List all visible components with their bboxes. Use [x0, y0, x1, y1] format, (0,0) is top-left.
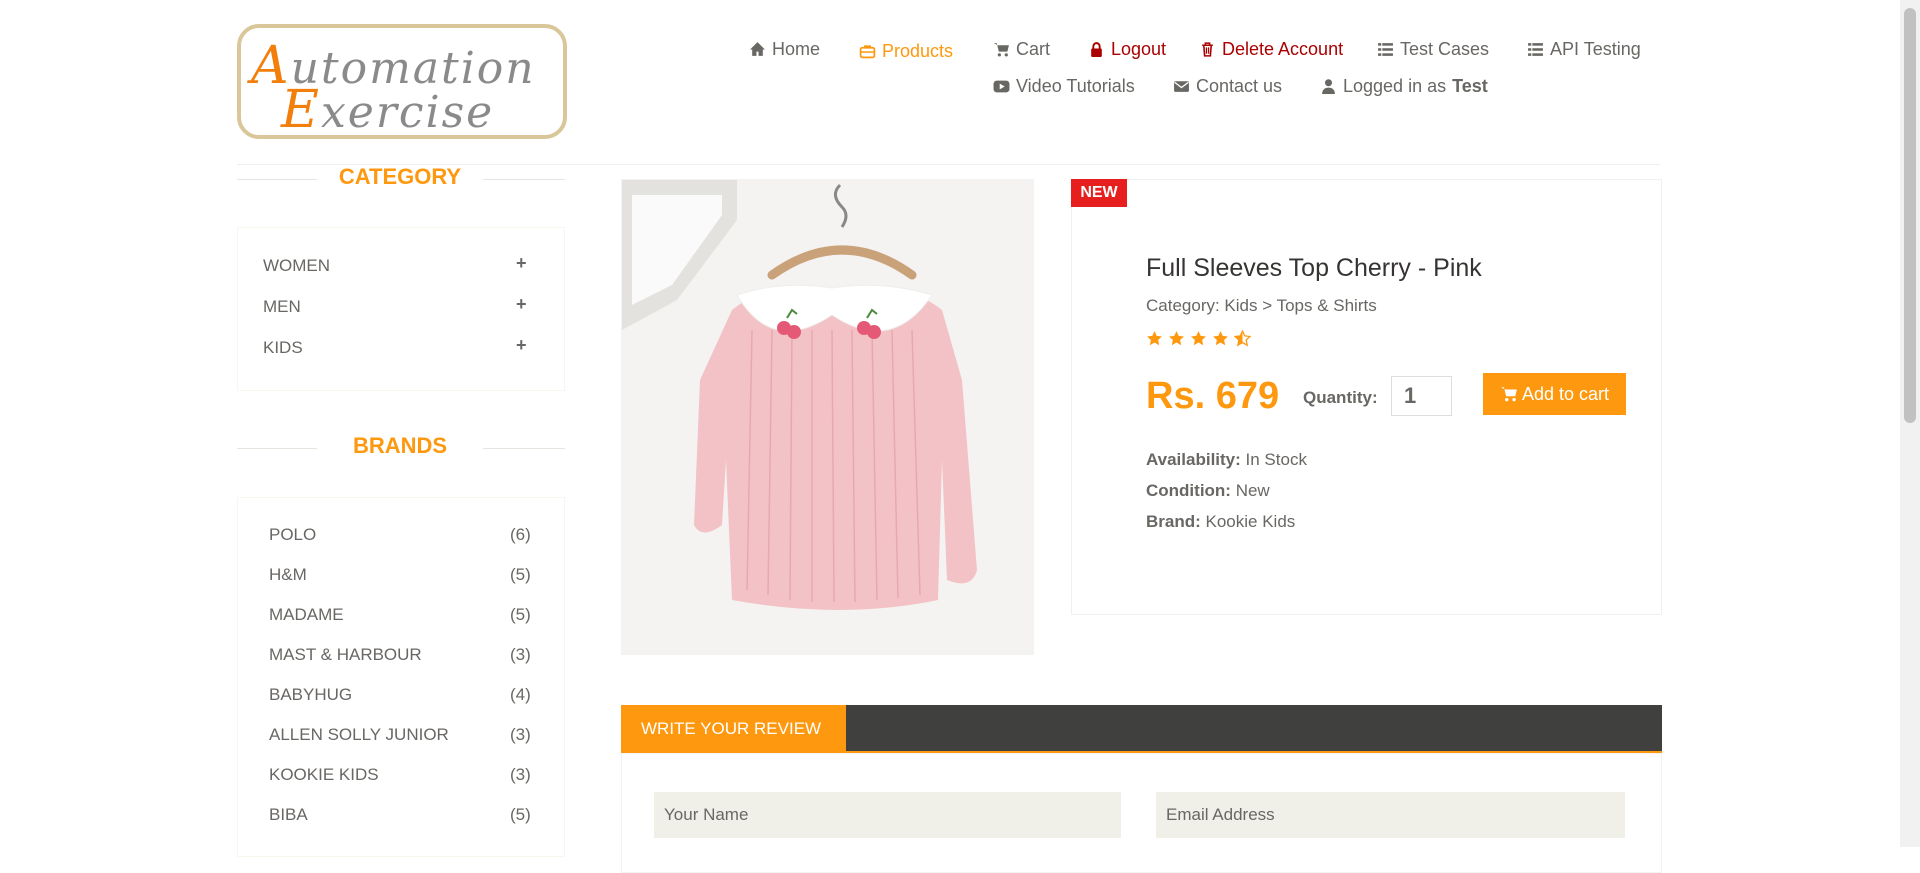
divider — [483, 448, 565, 449]
cart-icon — [1501, 387, 1517, 402]
product-name: Full Sleeves Top Cherry - Pink — [1146, 254, 1482, 282]
nav-delete-account-label: Delete Account — [1222, 39, 1344, 59]
quantity-label: Quantity: — [1303, 388, 1378, 407]
review-email-input[interactable] — [1156, 792, 1625, 838]
star-icon — [1213, 331, 1228, 346]
condition: Condition: New — [1146, 481, 1270, 501]
product-image — [621, 179, 1034, 655]
expand-plus-icon[interactable]: + — [516, 335, 527, 356]
brand-count: (5) — [510, 605, 531, 624]
cart-icon — [994, 43, 1009, 57]
condition-label: Condition: — [1146, 481, 1231, 500]
brand-count: (3) — [510, 725, 531, 744]
brand: Brand: Kookie Kids — [1146, 512, 1295, 532]
tab-write-review[interactable]: WRITE YOUR REVIEW — [621, 705, 846, 753]
briefcase-icon — [859, 45, 876, 59]
brand-count: (5) — [510, 805, 531, 824]
nav-home-label: Home — [772, 39, 821, 59]
youtube-play-icon — [993, 80, 1010, 93]
nav-delete-account[interactable]: Delete Account — [1199, 39, 1343, 60]
review-name-input[interactable] — [654, 792, 1121, 838]
nav-cart[interactable]: Cart — [993, 39, 1050, 60]
availability-label: Availability: — [1146, 450, 1241, 469]
quantity-input[interactable] — [1391, 376, 1452, 416]
envelope-icon — [1174, 81, 1189, 92]
nav-test-cases[interactable]: Test Cases — [1377, 39, 1489, 60]
brand-count: (3) — [510, 765, 531, 784]
brand-count: (5) — [510, 565, 531, 584]
condition-value: New — [1235, 481, 1270, 500]
logged-in-prefix: Logged in as — [1343, 76, 1447, 96]
product-photo-illustration — [622, 180, 1033, 654]
add-to-cart-button[interactable]: Add to cart — [1483, 373, 1626, 415]
expand-plus-icon[interactable]: + — [516, 253, 527, 274]
product-price: Rs. 679 — [1146, 375, 1280, 417]
product-category: Category: Kids > Tops & Shirts — [1146, 296, 1377, 315]
brand-item[interactable]: KOOKIE KIDS — [269, 765, 379, 785]
nav-contact-us[interactable]: Contact us — [1173, 76, 1282, 97]
page-scrollbar[interactable] — [1900, 0, 1920, 847]
brands-panel — [237, 497, 565, 857]
star-icon — [1147, 331, 1162, 346]
brand-item[interactable]: H&M — [269, 565, 307, 585]
brand-item[interactable]: BABYHUG — [269, 685, 352, 705]
nav-home[interactable]: Home — [749, 39, 820, 60]
category-item-kids[interactable]: KIDS — [263, 338, 303, 358]
availability: Availability: In Stock — [1146, 450, 1307, 470]
brand-count: (3) — [510, 645, 531, 664]
brand-label: Brand: — [1146, 512, 1201, 531]
nav-products-label: Products — [882, 41, 954, 61]
brand-item[interactable]: BIBA — [269, 805, 308, 825]
nav-logout-label: Logout — [1111, 39, 1167, 59]
star-icon — [1169, 331, 1184, 346]
category-item-men[interactable]: MEN — [263, 297, 301, 317]
list-icon — [1378, 43, 1393, 56]
divider — [483, 179, 565, 180]
nav-contact-us-label: Contact us — [1196, 76, 1283, 96]
user-icon — [1322, 79, 1335, 94]
brand-item[interactable]: ALLEN SOLLY JUNIOR — [269, 725, 449, 745]
brand-count: (4) — [510, 685, 531, 704]
nav-api-testing-label: API Testing — [1550, 39, 1641, 59]
nav-products[interactable]: Products — [859, 41, 953, 62]
nav-logout[interactable]: Logout — [1088, 39, 1166, 60]
lock-icon — [1091, 42, 1102, 57]
availability-value: In Stock — [1245, 450, 1307, 469]
expand-plus-icon[interactable]: + — [516, 294, 527, 315]
new-badge: NEW — [1071, 179, 1127, 207]
brand-value: Kookie Kids — [1205, 512, 1296, 531]
nav-api-testing[interactable]: API Testing — [1527, 39, 1641, 60]
site-logo[interactable]: Automation Exercise — [237, 24, 567, 140]
nav-logged-in: Logged in as Test — [1320, 76, 1488, 97]
brand-item[interactable]: POLO — [269, 525, 316, 545]
category-item-women[interactable]: WOMEN — [263, 256, 330, 276]
star-icon — [1191, 331, 1206, 346]
trash-icon — [1202, 42, 1213, 57]
brand-count: (6) — [510, 525, 531, 544]
add-to-cart-label: Add to cart — [1521, 383, 1610, 404]
list-icon — [1528, 43, 1543, 56]
brand-item[interactable]: MAST & HARBOUR — [269, 645, 422, 665]
product-rating — [1146, 330, 1251, 347]
scrollbar-thumb[interactable] — [1904, 8, 1916, 423]
brands-title: BRANDS — [352, 433, 448, 458]
star-half-icon — [1234, 330, 1251, 347]
nav-test-cases-label: Test Cases — [1400, 39, 1490, 59]
nav-cart-label: Cart — [1016, 39, 1051, 59]
divider — [237, 179, 317, 180]
category-title: CATEGORY — [338, 164, 462, 189]
divider — [237, 448, 317, 449]
logo-line-2: Exercise — [281, 80, 495, 140]
home-icon — [750, 42, 765, 56]
nav-video-tutorials[interactable]: Video Tutorials — [993, 76, 1135, 97]
logged-in-username: Test — [1452, 76, 1488, 96]
nav-video-tutorials-label: Video Tutorials — [1016, 76, 1135, 96]
brand-item[interactable]: MADAME — [269, 605, 344, 625]
